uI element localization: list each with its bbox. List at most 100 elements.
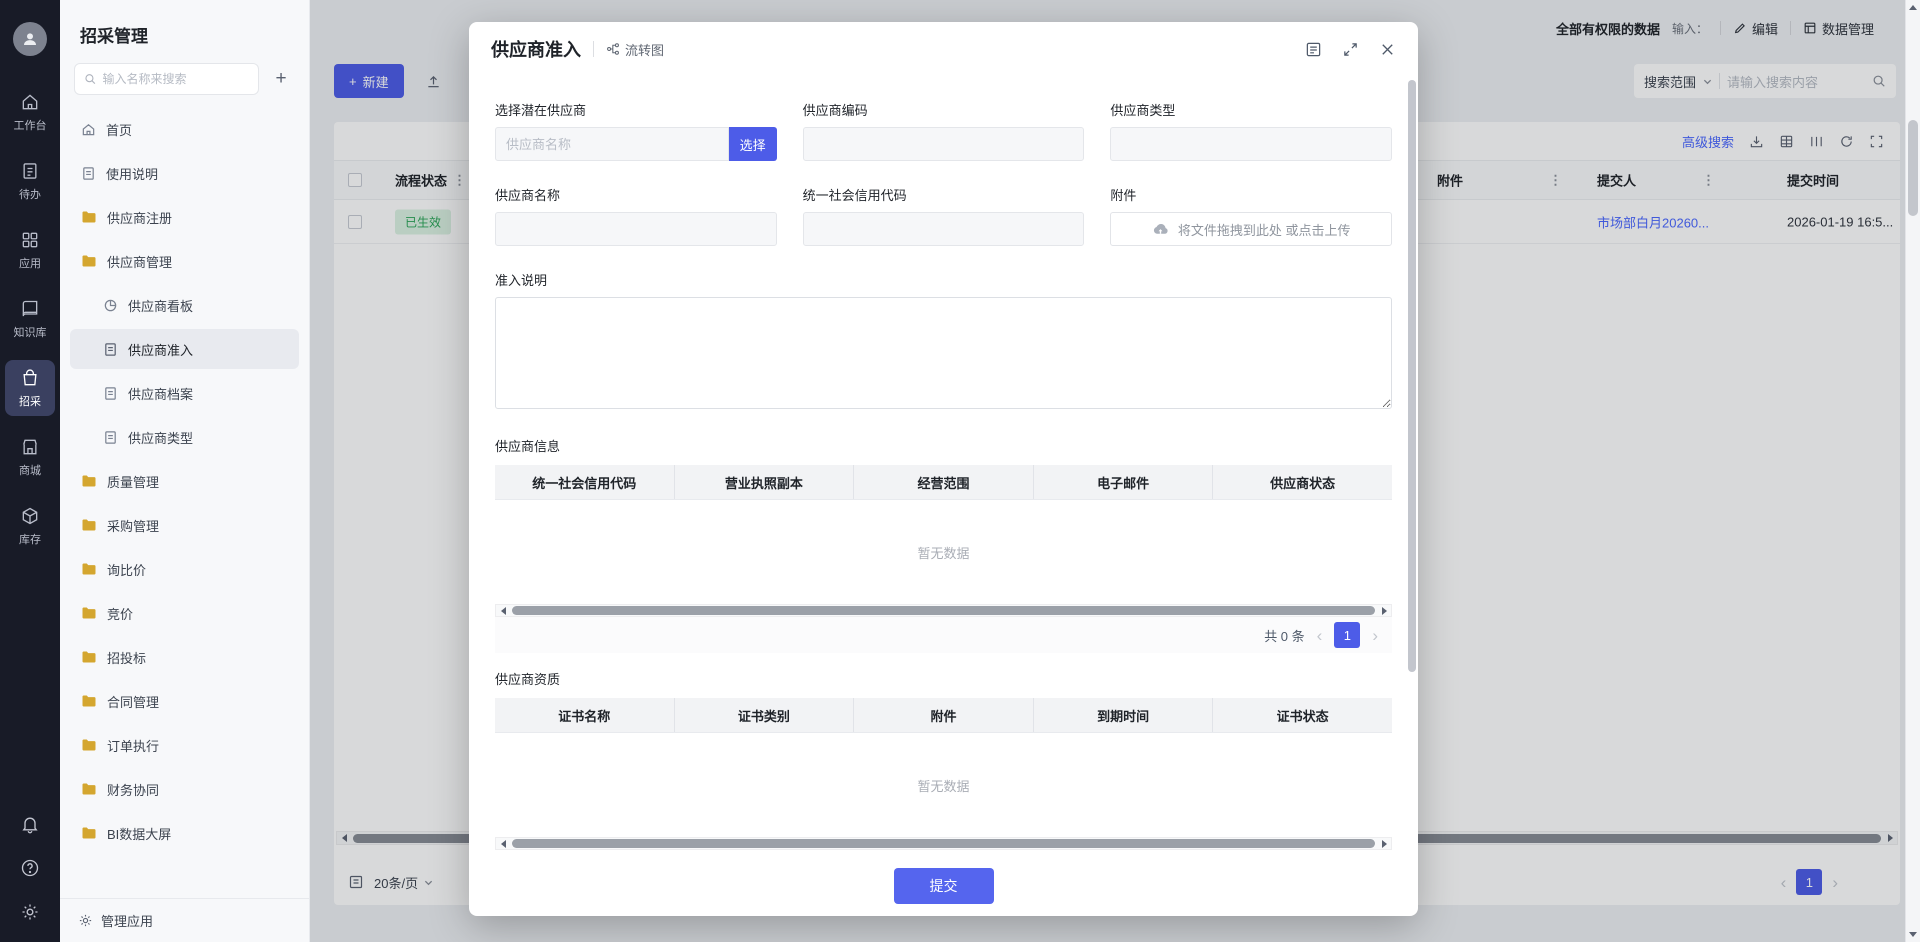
admission-note-textarea[interactable] <box>495 297 1392 409</box>
supplier-qualification-section-title: 供应商资质 <box>495 669 1392 688</box>
sidebar-manage-app[interactable]: 管理应用 <box>60 898 309 942</box>
scroll-left-icon[interactable] <box>496 605 510 616</box>
folder-icon <box>81 693 97 709</box>
doc-icon <box>103 430 118 445</box>
select-supplier-button[interactable]: 选择 <box>729 127 777 161</box>
th-expire-time: 到期时间 <box>1034 698 1214 732</box>
menu-label: 质量管理 <box>107 472 159 491</box>
sidebar-item-supplier-archive[interactable]: 供应商档案 <box>70 373 299 413</box>
user-icon <box>21 30 39 48</box>
sidebar-item-purchase[interactable]: 采购管理 <box>70 505 299 545</box>
todo-icon <box>20 161 40 181</box>
field-label: 供应商类型 <box>1110 100 1392 119</box>
credit-code-input[interactable] <box>803 212 1085 246</box>
th-cert-name: 证书名称 <box>495 698 675 732</box>
modal-header: 供应商准入 流转图 <box>469 22 1418 76</box>
gear-icon[interactable] <box>20 902 40 922</box>
total-count: 共 0 条 <box>1264 626 1304 645</box>
apps-icon <box>20 230 40 250</box>
menu-label: 供应商准入 <box>128 340 193 359</box>
sidebar-item-tender[interactable]: 招投标 <box>70 637 299 677</box>
menu-label: 财务协同 <box>107 780 159 799</box>
rail-item-procurement[interactable]: 招采 <box>5 360 55 416</box>
field-label: 统一社会信用代码 <box>803 185 1085 204</box>
rail-item-knowledge[interactable]: 知识库 <box>5 291 55 347</box>
app-rail: 工作台 待办 应用 知识库 招采 商城 库存 <box>0 0 60 942</box>
sidebar-add-button[interactable]: + <box>267 65 295 93</box>
page-vertical-scrollbar[interactable] <box>1905 0 1920 942</box>
sidebar-item-inquiry[interactable]: 询比价 <box>70 549 299 589</box>
close-icon[interactable] <box>1379 41 1396 58</box>
supplier-type-input[interactable] <box>1110 127 1392 161</box>
sidebar-search-input[interactable] <box>102 72 249 86</box>
modal-header-icons <box>1305 41 1396 58</box>
flow-chart-link[interactable]: 流转图 <box>606 40 664 59</box>
field-attachment: 附件 将文件拖拽到此处 或点击上传 <box>1110 185 1392 246</box>
menu-label: 首页 <box>106 120 132 139</box>
scrollbar-thumb[interactable] <box>1908 120 1918 216</box>
th-credit-code: 统一社会信用代码 <box>495 465 675 499</box>
sidebar-search-row: + <box>60 63 309 107</box>
upload-hint-text: 将文件拖拽到此处 或点击上传 <box>1178 220 1351 239</box>
modal-vertical-scrollbar[interactable] <box>1408 80 1416 906</box>
submit-button[interactable]: 提交 <box>894 868 994 904</box>
scroll-left-icon[interactable] <box>496 838 510 849</box>
rail-item-workbench[interactable]: 工作台 <box>5 84 55 140</box>
bell-icon[interactable] <box>20 814 40 834</box>
sidebar-item-instructions[interactable]: 使用说明 <box>70 153 299 193</box>
sidebar-search-box[interactable] <box>74 63 259 95</box>
sidebar-item-supplier-type[interactable]: 供应商类型 <box>70 417 299 457</box>
store-icon <box>20 437 40 457</box>
sidebar-item-supplier-board[interactable]: 供应商看板 <box>70 285 299 325</box>
scroll-right-icon[interactable] <box>1377 838 1391 849</box>
qualification-horizontal-scrollbar[interactable] <box>495 837 1392 850</box>
th-supplier-status: 供应商状态 <box>1213 465 1392 499</box>
sidebar-item-supplier-admission[interactable]: 供应商准入 <box>70 329 299 369</box>
sidebar-item-contract[interactable]: 合同管理 <box>70 681 299 721</box>
menu-label: 询比价 <box>107 560 146 579</box>
sidebar-item-order[interactable]: 订单执行 <box>70 725 299 765</box>
sidebar-item-supplier-manage[interactable]: 供应商管理 <box>70 241 299 281</box>
expand-icon[interactable] <box>1342 41 1359 58</box>
sidebar-item-home[interactable]: 首页 <box>70 109 299 149</box>
menu-label: 订单执行 <box>107 736 159 755</box>
rail-item-apps[interactable]: 应用 <box>5 222 55 278</box>
scroll-down-icon[interactable] <box>1906 927 1920 942</box>
help-icon[interactable] <box>20 858 40 878</box>
folder-icon <box>81 649 97 665</box>
rail-item-label: 工作台 <box>14 117 47 133</box>
sidebar-item-bidding[interactable]: 竞价 <box>70 593 299 633</box>
supplier-info-section-title: 供应商信息 <box>495 436 1392 455</box>
sidebar-item-quality[interactable]: 质量管理 <box>70 461 299 501</box>
sidebar-title: 招采管理 <box>60 0 309 63</box>
scrollbar-thumb[interactable] <box>1408 80 1416 672</box>
rail-bottom <box>20 814 40 942</box>
gear-icon <box>78 913 93 928</box>
potential-supplier-input[interactable] <box>495 127 729 161</box>
rail-item-inventory[interactable]: 库存 <box>5 498 55 554</box>
sidebar-item-finance[interactable]: 财务协同 <box>70 769 299 809</box>
form-view-icon[interactable] <box>1305 41 1322 58</box>
field-supplier-code: 供应商编码 <box>803 100 1085 161</box>
sidebar-item-supplier-register[interactable]: 供应商注册 <box>70 197 299 237</box>
supplier-name-input[interactable] <box>495 212 777 246</box>
scrollbar-thumb[interactable] <box>512 839 1375 848</box>
supplier-info-horizontal-scrollbar[interactable] <box>495 604 1392 617</box>
home-icon <box>81 122 96 137</box>
rail-item-mall[interactable]: 商城 <box>5 429 55 485</box>
sidebar-item-bi[interactable]: BI数据大屏 <box>70 813 299 853</box>
scroll-right-icon[interactable] <box>1377 605 1391 616</box>
box-icon <box>20 506 40 526</box>
avatar[interactable] <box>13 22 47 56</box>
scroll-up-icon[interactable] <box>1906 0 1920 15</box>
next-page-icon[interactable]: › <box>1372 627 1378 644</box>
prev-page-icon[interactable]: ‹ <box>1317 627 1323 644</box>
th-business-scope: 经营范围 <box>854 465 1034 499</box>
scrollbar-thumb[interactable] <box>512 606 1375 615</box>
supplier-code-input[interactable] <box>803 127 1085 161</box>
attachment-upload-dropzone[interactable]: 将文件拖拽到此处 或点击上传 <box>1110 212 1392 246</box>
rail-item-todo[interactable]: 待办 <box>5 153 55 209</box>
current-page[interactable]: 1 <box>1334 622 1360 648</box>
supplier-admission-modal: 供应商准入 流转图 选择潜在供应商 选择 <box>469 22 1418 916</box>
rail-item-label: 待办 <box>19 186 41 202</box>
